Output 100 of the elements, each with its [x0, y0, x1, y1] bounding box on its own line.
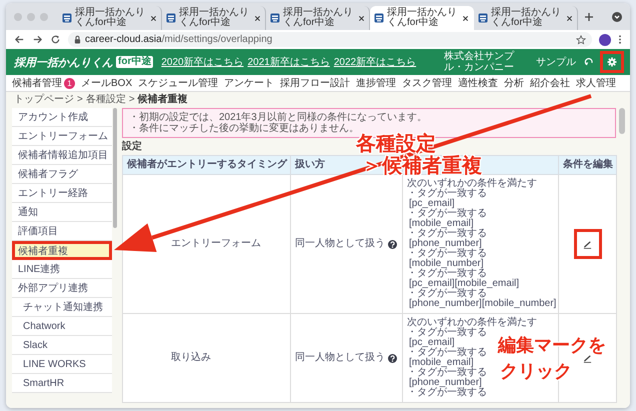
- column-header: 扱い方: [295, 159, 325, 170]
- nav-link[interactable]: 適性検査: [458, 76, 498, 90]
- favicon-icon: [478, 13, 488, 23]
- sidebar-item[interactable]: 通知: [12, 203, 112, 222]
- favicon-icon: [374, 13, 384, 23]
- sidebar-item[interactable]: 外部アプリ連携: [12, 279, 112, 298]
- condition-rule: ・タグが一致する: [407, 209, 487, 219]
- sidebar-subitem[interactable]: Chatwork: [12, 317, 112, 336]
- condition-tag: [mobile_email]: [407, 219, 474, 229]
- header-link[interactable]: 2022新卒はこちら: [334, 55, 416, 69]
- favicon-icon: [270, 13, 280, 23]
- new-tab-icon[interactable]: [584, 12, 594, 22]
- pencil-icon[interactable]: [583, 240, 592, 248]
- bookmark-star-icon[interactable]: [576, 34, 586, 44]
- sidebar-item[interactable]: 候補者重複: [12, 241, 112, 260]
- header-link[interactable]: 2020新卒はこちら: [161, 55, 244, 69]
- handling-text: 同一人物として扱う: [295, 239, 385, 249]
- close-icon[interactable]: [566, 14, 573, 22]
- help-icon[interactable]: [388, 354, 397, 362]
- nav-link[interactable]: アンケート: [224, 76, 274, 90]
- help-icon[interactable]: [388, 240, 397, 248]
- breadcrumb-link[interactable]: 各種設定: [86, 92, 126, 106]
- condition-tag: [phone_number]: [407, 239, 482, 249]
- sidebar-item[interactable]: 評価項目: [12, 222, 112, 241]
- company-name: 株式会社サンプル・カンパニー: [444, 51, 516, 73]
- nav-link[interactable]: 紹介会社: [530, 76, 570, 90]
- scrollbar[interactable]: [619, 108, 625, 134]
- sidebar-item[interactable]: エントリー経路: [12, 184, 112, 203]
- close-icon[interactable]: [254, 14, 261, 22]
- condition-rule: ・タグが一致する: [407, 348, 487, 358]
- header-link[interactable]: 2021新卒はこちら: [248, 55, 330, 69]
- pencil-icon[interactable]: [583, 354, 592, 362]
- breadcrumb-separator: >: [128, 94, 135, 104]
- column-header: 候補者がエントリーするタイミング: [127, 159, 287, 170]
- favicon-icon: [62, 13, 72, 23]
- condition-rule: ・タグが一致する: [407, 269, 487, 279]
- nav-link[interactable]: 採用フロー設計: [280, 76, 350, 90]
- tab-search-icon[interactable]: [612, 12, 622, 22]
- sidebar-subitem[interactable]: SmartHR: [12, 374, 112, 393]
- sidebar-item[interactable]: エントリーフォーム: [12, 127, 112, 146]
- sidebar-item[interactable]: 候補者情報追加項目: [12, 146, 112, 165]
- condition-tag: [pc_email][mobile_email]: [407, 279, 520, 289]
- breadcrumb-link[interactable]: トップページ: [14, 92, 74, 106]
- scrollbar[interactable]: [113, 108, 117, 228]
- column-header: 条件を編集: [563, 159, 613, 170]
- handling-text: 同一人物として扱う: [295, 353, 385, 363]
- settings-icon[interactable]: [607, 57, 617, 67]
- nav-link[interactable]: タスク管理: [402, 76, 452, 90]
- breadcrumb-current[interactable]: 候補者重複: [138, 92, 188, 106]
- nav-link[interactable]: 候補者管理 1: [12, 76, 75, 90]
- refresh-icon[interactable]: [584, 57, 594, 67]
- logo-text[interactable]: 採用一括かんりくん: [14, 54, 113, 70]
- nav-link[interactable]: 分析: [504, 76, 524, 90]
- breadcrumb-separator: >: [77, 94, 83, 104]
- condition-rule: ・タグが一致する: [407, 189, 487, 199]
- close-icon[interactable]: [358, 14, 365, 22]
- timing-text: 取り込み: [171, 352, 211, 363]
- condition-tag: [phone_number]: [407, 378, 482, 388]
- close-icon[interactable]: [462, 14, 469, 22]
- sidebar-subitem[interactable]: チャット通知連携: [12, 298, 112, 317]
- sidebar-subitem[interactable]: Slack: [12, 336, 112, 355]
- sidebar-subitem[interactable]: LINE WORKS: [12, 355, 112, 374]
- back-icon[interactable]: [14, 34, 25, 45]
- condition-rule: ・タグが一致する: [407, 249, 487, 259]
- nav-link[interactable]: 進捗管理: [356, 76, 396, 90]
- condition-rule: ・タグが一致する: [407, 368, 487, 378]
- sidebar-item[interactable]: LINE連携: [12, 260, 112, 279]
- lock-icon: [74, 35, 81, 44]
- nav-link[interactable]: メールBOX: [81, 76, 132, 90]
- sidebar-item[interactable]: 候補者フラグ: [12, 165, 112, 184]
- sidebar-item[interactable]: アカウント作成: [12, 108, 112, 127]
- condition-rule: ・タグが一致する: [407, 229, 487, 239]
- condition-tag: [mobile_number]: [407, 259, 484, 269]
- profile-avatar[interactable]: [599, 34, 611, 46]
- condition-rule: ・タグが一致する: [407, 289, 487, 299]
- close-icon[interactable]: [150, 14, 157, 22]
- condition-title: 次のいずれかの条件を満たす: [407, 318, 537, 328]
- annotation-text: 編集マークを: [498, 334, 606, 356]
- nav-link[interactable]: 求人管理: [576, 76, 616, 90]
- browser-tab[interactable]: 採用一括かんりくんfor中途: [370, 6, 474, 30]
- favicon-icon: [166, 13, 176, 23]
- notice-text: ・条件にマッチした後の挙動に変更はありません。: [129, 123, 359, 134]
- section-title: 設定: [122, 142, 143, 152]
- forward-icon[interactable]: [32, 34, 43, 45]
- reload-icon[interactable]: [50, 34, 61, 45]
- annotation-text: クリック: [500, 360, 572, 382]
- condition-tag: [pc_email]: [407, 199, 455, 209]
- condition-tag: [mobile_email]: [407, 358, 474, 368]
- notice-text: ・初期の設定では、2021年3月以前と同様の条件になっています。: [129, 112, 428, 123]
- condition-rule: ・タグが一致する: [407, 328, 487, 338]
- condition-rule: ・タグが一致する: [407, 388, 487, 398]
- condition-title: 次のいずれかの条件を満たす: [407, 179, 537, 189]
- count-badge: 1: [64, 78, 75, 88]
- timing-text: エントリーフォーム: [171, 238, 261, 249]
- address-bar[interactable]: career-cloud.asia/mid/settings/overlapping: [68, 32, 592, 47]
- condition-tag: [pc_email]: [407, 338, 455, 348]
- logo-badge: for中途: [116, 56, 154, 68]
- menu-icon[interactable]: [618, 34, 622, 45]
- user-name[interactable]: サンプル: [536, 55, 576, 69]
- nav-link[interactable]: スケジュール管理: [138, 76, 218, 90]
